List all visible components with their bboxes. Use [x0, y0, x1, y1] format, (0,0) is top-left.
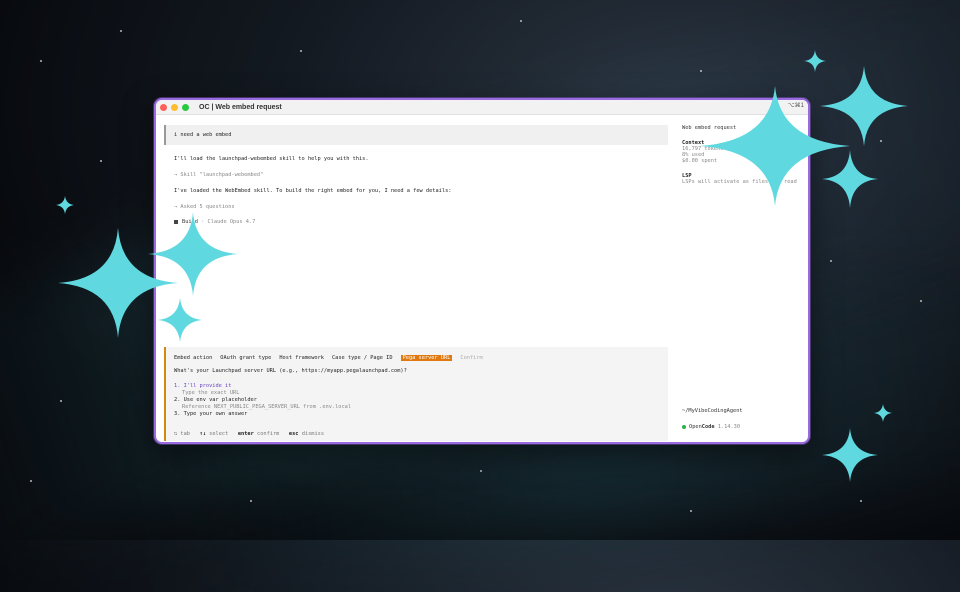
enter-hint-label: confirm	[257, 431, 280, 437]
select-key-hint: ↑↓	[199, 431, 206, 437]
option-env-var-placeholder[interactable]: 2. Use env var placeholder	[174, 397, 257, 403]
question-panel: Embed action OAuth grant type Host frame…	[164, 347, 668, 441]
sparkle-icon	[158, 298, 202, 342]
option-description: Type the exact URL	[182, 390, 240, 396]
option-description: Reference NEXT_PUBLIC_PEGA_SERVER_URL fr…	[182, 404, 352, 410]
asked-tool-call[interactable]: → Asked 5 questions	[174, 204, 235, 210]
tab-confirm[interactable]: Confirm	[460, 355, 482, 361]
sparkle-icon	[804, 50, 826, 72]
project-path: ~/MyVibeCodingAgent	[682, 408, 743, 414]
enter-key-hint: enter	[237, 431, 254, 437]
sparkle-icon	[822, 428, 878, 482]
tab-pega-server-url[interactable]: Pega server URL	[400, 355, 453, 361]
option-own-answer[interactable]: 3. Type your own answer	[174, 411, 247, 417]
sparkle-icon	[874, 404, 892, 422]
tab-host-framework[interactable]: Host framework	[279, 355, 324, 361]
assistant-message: I'll load the launchpad-webembed skill t…	[174, 156, 369, 162]
esc-hint-label: dismiss	[301, 431, 325, 437]
tab-oauth-grant-type[interactable]: OAuth grant type	[220, 355, 271, 361]
sparkle-icon	[822, 150, 878, 208]
skill-tool-call[interactable]: → Skill "launchpad-webembed"	[174, 172, 263, 178]
app-name-open: Open	[689, 424, 702, 430]
window-title: OC | Web embed request	[199, 103, 282, 111]
tab-case-type-page-id[interactable]: Case type / Page ID	[332, 355, 393, 361]
select-hint-label: select	[209, 431, 229, 437]
version-number: 1.14.30	[717, 424, 741, 430]
minimize-window-button[interactable]	[171, 103, 178, 111]
tab-hint: ⇆ tab	[174, 431, 190, 437]
maximize-window-button[interactable]	[182, 103, 189, 111]
sparkle-icon	[820, 66, 908, 146]
question-text: What's your Launchpad server URL (e.g., …	[174, 368, 407, 374]
question-tabs: Embed action OAuth grant type Host frame…	[174, 355, 491, 361]
status-dot-icon	[682, 424, 686, 429]
option-provide-url[interactable]: 1. I'll provide it	[174, 383, 231, 389]
user-message-text: i need a web embed	[174, 132, 232, 138]
app-name-code: Code	[701, 424, 715, 430]
sparkle-icon	[56, 196, 74, 214]
tab-embed-action[interactable]: Embed action	[174, 355, 212, 361]
keyboard-hints: ⇆ tab ↑↓ select enter confirm esc dismis…	[174, 431, 324, 437]
sparkle-icon	[148, 212, 238, 296]
app-version: OpenCode 1.14.30	[682, 424, 740, 430]
user-message: i need a web embed	[164, 125, 668, 145]
assistant-message: I've loaded the WebEmbed skill. To build…	[174, 188, 452, 194]
esc-key-hint: esc	[288, 431, 299, 437]
close-window-button[interactable]	[160, 103, 167, 111]
